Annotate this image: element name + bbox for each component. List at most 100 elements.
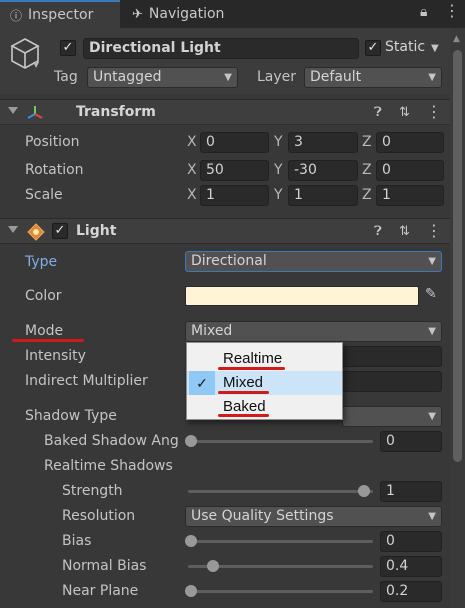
- strength-label: Strength: [62, 483, 123, 499]
- mode-dropdown[interactable]: Mixed ▼: [185, 321, 442, 342]
- light-enabled-checkbox[interactable]: ✓: [52, 223, 68, 239]
- light-component-icon: [27, 223, 45, 241]
- baked-shadow-angle-slider-handle[interactable]: [185, 435, 197, 447]
- mode-option-baked-label: Baked: [223, 398, 266, 415]
- near-plane-label: Near Plane: [62, 583, 139, 599]
- layer-dropdown[interactable]: Default ▼: [304, 67, 442, 88]
- position-z-field[interactable]: 0: [376, 132, 444, 153]
- static-checkbox[interactable]: ✓: [365, 40, 381, 56]
- scale-x-field[interactable]: 1: [200, 185, 269, 206]
- baked-annotation-underline: [218, 414, 269, 417]
- rotation-x-field[interactable]: 50: [200, 160, 269, 181]
- navigation-icon: ✈: [132, 6, 143, 22]
- icon-dropdown-arrow-icon[interactable]: ▼: [33, 60, 39, 69]
- intensity-field[interactable]: [342, 346, 442, 367]
- scroll-up-icon[interactable]: ▲: [453, 34, 460, 44]
- inspector-scrollbar[interactable]: ▲: [450, 28, 465, 608]
- tab-navigation-label: Navigation: [148, 6, 225, 22]
- scale-x-axis-label[interactable]: X: [187, 187, 197, 203]
- position-x-axis-label[interactable]: X: [187, 134, 197, 150]
- info-icon: ⓘ: [10, 8, 23, 23]
- chevron-down-icon: ▼: [428, 256, 436, 267]
- help-icon[interactable]: ❓︎: [374, 105, 382, 120]
- color-swatch[interactable]: [185, 286, 419, 306]
- help-icon[interactable]: ❓︎: [374, 224, 382, 239]
- tab-bar: ⓘ Inspector ✈ Navigation 🔒︎ ⋮: [0, 0, 465, 28]
- transform-header[interactable]: Transform ❓︎ ⇅ ⋮: [0, 99, 465, 125]
- near-plane-field[interactable]: 0.2: [380, 581, 442, 602]
- position-z-axis-label[interactable]: Z: [362, 134, 372, 150]
- realtime-shadows-label: Realtime Shadows: [44, 458, 173, 474]
- scale-z-field[interactable]: 1: [376, 185, 444, 206]
- preset-icon[interactable]: ⇅: [399, 105, 410, 120]
- position-y-field[interactable]: 3: [288, 132, 358, 153]
- mode-label: Mode: [25, 323, 64, 339]
- static-dropdown-arrow-icon[interactable]: ▼: [431, 43, 439, 54]
- active-checkbox[interactable]: ✓: [60, 40, 76, 56]
- chevron-down-icon: ▼: [224, 72, 232, 83]
- resolution-label: Resolution: [62, 508, 136, 524]
- preset-icon[interactable]: ⇅: [399, 224, 410, 239]
- position-label: Position: [25, 134, 80, 150]
- rotation-x-axis-label[interactable]: X: [187, 162, 197, 178]
- indirect-multiplier-label: Indirect Multiplier: [25, 373, 148, 389]
- resolution-dropdown[interactable]: Use Quality Settings ▼: [185, 506, 442, 527]
- color-label: Color: [25, 288, 62, 304]
- mode-label-annotation-underline: [12, 339, 84, 342]
- scale-z-axis-label[interactable]: Z: [362, 187, 372, 203]
- type-dropdown[interactable]: Directional ▼: [185, 251, 442, 272]
- tag-dropdown[interactable]: Untagged ▼: [87, 67, 238, 88]
- scale-y-field[interactable]: 1: [288, 185, 358, 206]
- position-y-axis-label[interactable]: Y: [274, 134, 283, 150]
- fold-arrow-icon[interactable]: [8, 226, 18, 233]
- mode-value: Mixed: [191, 323, 233, 339]
- layer-value: Default: [310, 69, 362, 85]
- shadow-type-label: Shadow Type: [25, 408, 117, 424]
- scrollbar-thumb[interactable]: [453, 50, 462, 462]
- static-label[interactable]: Static: [385, 39, 425, 55]
- normal-bias-slider-handle[interactable]: [207, 560, 220, 572]
- more-menu-icon[interactable]: ⋮: [444, 1, 460, 20]
- component-menu-icon[interactable]: ⋮: [426, 221, 442, 240]
- baked-shadow-angle-label: Baked Shadow Ang: [44, 433, 179, 449]
- rotation-z-field[interactable]: 0: [376, 160, 444, 181]
- bias-slider-handle[interactable]: [185, 535, 197, 547]
- baked-shadow-angle-track[interactable]: [188, 440, 373, 443]
- shadow-type-dropdown[interactable]: ▼: [342, 406, 442, 427]
- baked-shadow-angle-field[interactable]: 0: [380, 431, 442, 452]
- tab-inspector-label: Inspector: [28, 7, 94, 23]
- chevron-down-icon: ▼: [428, 72, 436, 83]
- realtime-annotation-underline: [218, 367, 285, 370]
- bias-field[interactable]: 0: [380, 531, 442, 552]
- rotation-label: Rotation: [25, 162, 84, 178]
- strength-field[interactable]: 1: [380, 481, 442, 502]
- transform-icon: [27, 106, 43, 119]
- fold-arrow-icon[interactable]: [8, 107, 18, 114]
- position-x-field[interactable]: 0: [200, 132, 269, 153]
- strength-track[interactable]: [188, 490, 373, 493]
- rotation-y-field[interactable]: -30: [288, 160, 358, 181]
- tag-value: Untagged: [93, 69, 162, 85]
- scale-y-axis-label[interactable]: Y: [274, 187, 283, 203]
- near-plane-track[interactable]: [188, 590, 373, 593]
- lock-icon[interactable]: 🔒︎: [420, 4, 427, 20]
- component-menu-icon[interactable]: ⋮: [426, 102, 442, 121]
- tab-navigation[interactable]: ✈ Navigation: [122, 0, 262, 28]
- normal-bias-field[interactable]: 0.4: [380, 556, 442, 577]
- strength-slider-handle[interactable]: [358, 485, 370, 497]
- bias-track[interactable]: [188, 540, 373, 543]
- indirect-multiplier-field[interactable]: [342, 371, 442, 392]
- bias-label: Bias: [62, 533, 92, 549]
- tab-inspector[interactable]: ⓘ Inspector: [0, 0, 120, 28]
- mode-option-mixed-label: Mixed: [223, 374, 264, 391]
- light-header[interactable]: ✓ Light ❓︎ ⇅ ⋮: [0, 218, 465, 244]
- rotation-z-axis-label[interactable]: Z: [362, 162, 372, 178]
- scale-label: Scale: [25, 187, 63, 203]
- object-name-field[interactable]: Directional Light: [83, 38, 359, 59]
- near-plane-slider-handle[interactable]: [185, 585, 197, 597]
- rotation-y-axis-label[interactable]: Y: [274, 162, 283, 178]
- tag-label: Tag: [54, 69, 78, 85]
- eyedropper-icon[interactable]: ✎: [425, 286, 437, 302]
- type-label: Type: [25, 254, 58, 270]
- chevron-down-icon: ▼: [428, 411, 436, 422]
